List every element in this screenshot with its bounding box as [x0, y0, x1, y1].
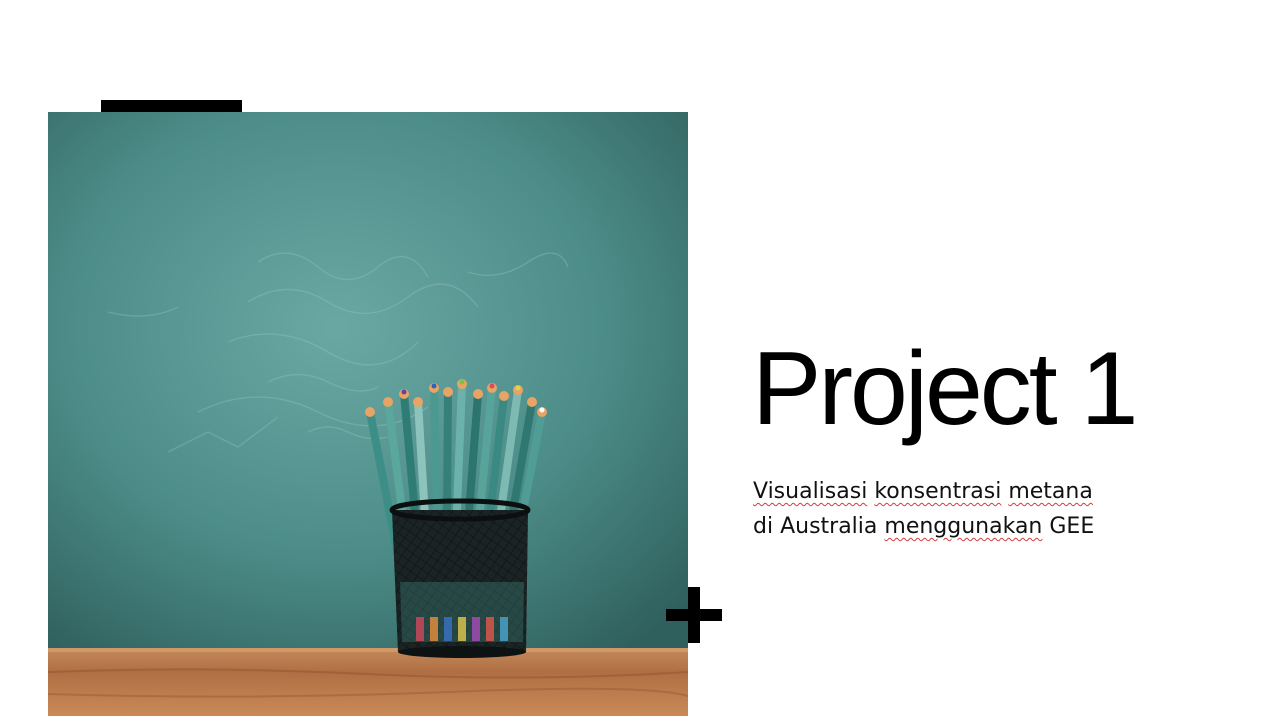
- plus-icon: [666, 587, 722, 643]
- subtitle-word: konsentrasi: [874, 479, 1002, 504]
- wooden-desk: [48, 648, 688, 716]
- subtitle-line-1: Visualisasi konsentrasi metana: [753, 474, 1213, 509]
- slide-subtitle[interactable]: Visualisasi konsentrasi metana di Austra…: [753, 474, 1213, 544]
- subtitle-line-2: di Australia menggunakan GEE: [753, 509, 1213, 544]
- pencil-cup: [389, 498, 531, 658]
- subtitle-word: metana: [1008, 479, 1093, 504]
- chalkboard: [48, 112, 688, 652]
- subtitle-text: GEE: [1042, 514, 1095, 539]
- slide-photo[interactable]: [48, 112, 688, 716]
- slide-title[interactable]: Project 1: [752, 332, 1138, 447]
- subtitle-word: Visualisasi: [753, 479, 868, 504]
- subtitle-word: menggunakan: [884, 514, 1043, 539]
- subtitle-text: di Australia: [753, 514, 885, 539]
